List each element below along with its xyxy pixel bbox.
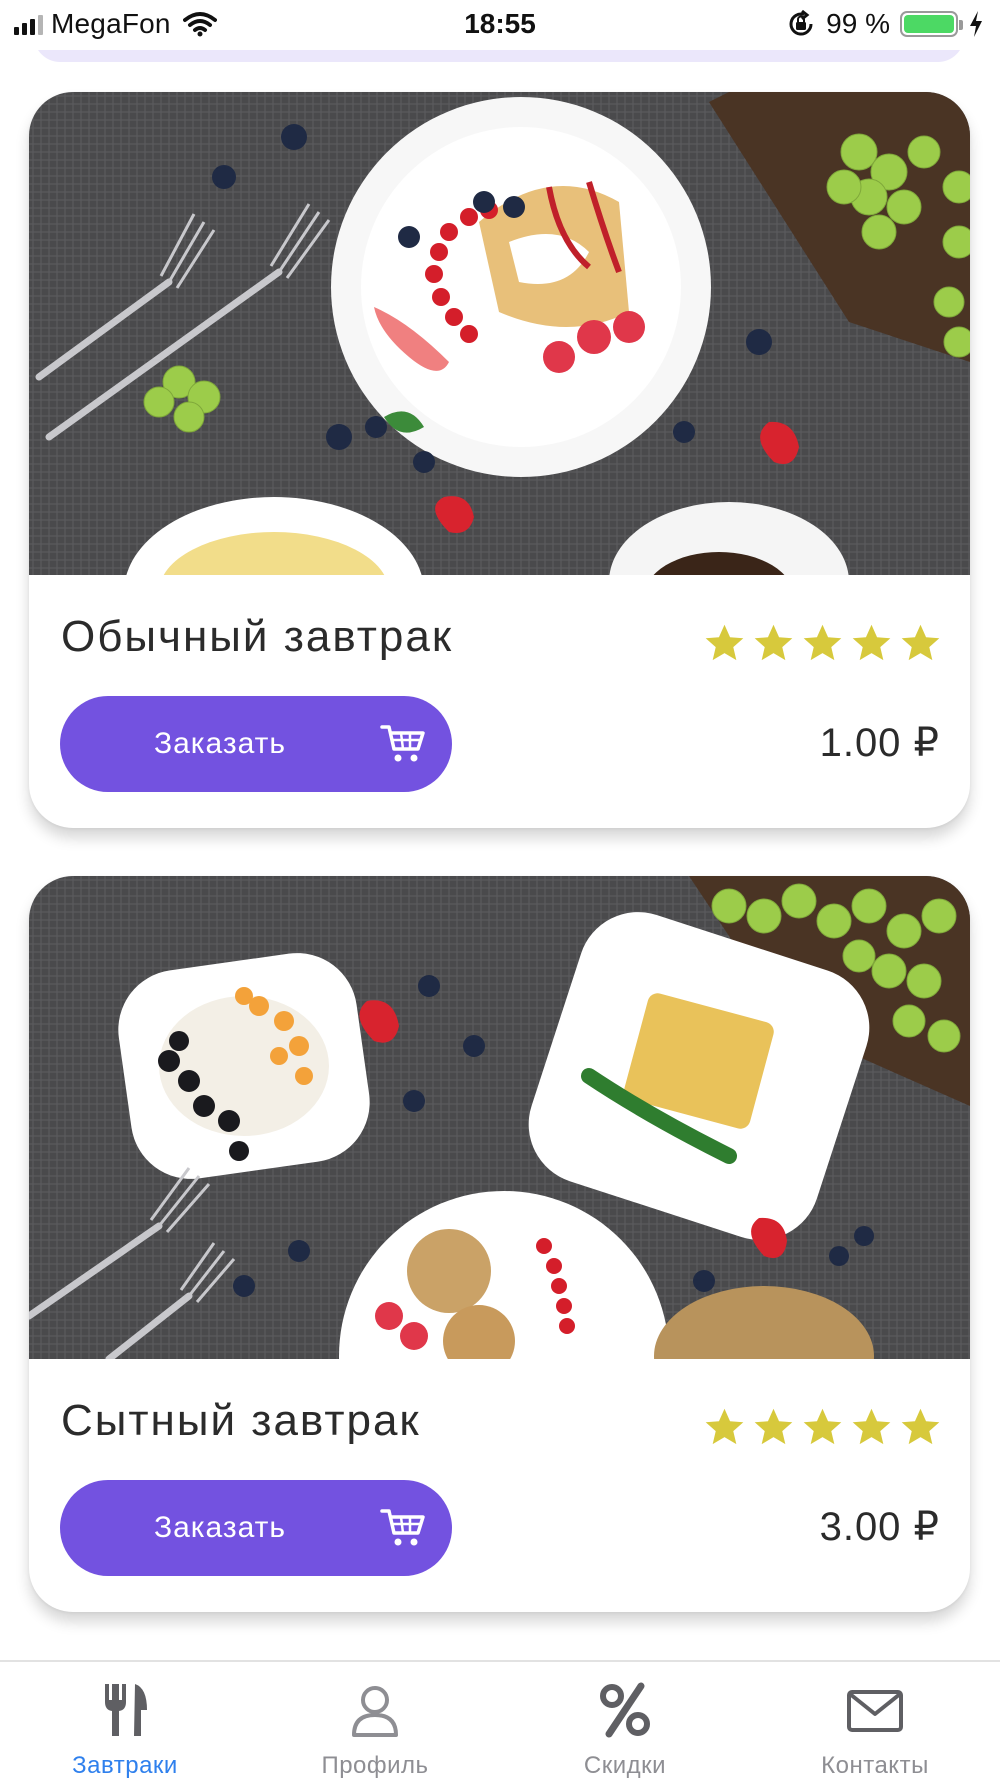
star-icon: [754, 624, 793, 661]
star-icon: [705, 1408, 744, 1445]
star-icon: [852, 624, 891, 661]
percent-icon: [600, 1682, 650, 1738]
cart-icon: [380, 1509, 425, 1546]
star-icon: [705, 624, 744, 661]
battery-percent: 99 %: [826, 8, 890, 39]
tab-label: Контакты: [821, 1752, 929, 1778]
order-button[interactable]: Заказать: [60, 696, 452, 792]
price: 3.00 ₽: [819, 1505, 940, 1549]
tab-bar: Завтраки Профиль Скидки Контакты: [0, 1660, 1000, 1778]
mail-icon: [847, 1690, 903, 1732]
battery-fill: [904, 15, 954, 33]
star-icon: [754, 1408, 793, 1445]
breakfast-photo: [29, 876, 970, 1359]
order-button-label: Заказать: [153, 727, 287, 760]
tab-breakfasts[interactable]: Завтраки: [0, 1662, 250, 1778]
tab-contacts[interactable]: Контакты: [750, 1662, 1000, 1778]
battery-icon: [900, 11, 963, 37]
rotation-lock-icon: [789, 9, 813, 36]
breakfast-card[interactable]: Сытный завтрак Заказать 3.00 ₽: [29, 876, 970, 1612]
breakfast-title: Сытный завтрак: [61, 1396, 421, 1445]
star-icon: [852, 1408, 891, 1445]
breakfast-title: Обычный завтрак: [61, 612, 454, 661]
tab-discounts[interactable]: Скидки: [500, 1662, 750, 1778]
star-icon: [803, 624, 842, 661]
cart-icon: [380, 725, 425, 762]
star-icon: [901, 1408, 940, 1445]
status-right: 99 %: [786, 8, 984, 40]
tab-label: Завтраки: [72, 1752, 178, 1778]
star-rating: [703, 1406, 942, 1449]
charging-icon: [970, 11, 982, 37]
tab-label: Профиль: [321, 1752, 429, 1778]
breakfast-photo: [29, 92, 970, 575]
tab-label: Скидки: [583, 1752, 667, 1778]
order-button-label: Заказать: [153, 1511, 287, 1544]
star-rating: [703, 622, 942, 665]
fork-knife-icon: [105, 1684, 147, 1736]
price: 1.00 ₽: [819, 721, 940, 765]
status-bar: MegaFon 18:55 99 %: [0, 0, 1000, 50]
breakfast-card[interactable]: Обычный завтрак Заказать 1.00 ₽: [29, 92, 970, 828]
user-icon: [352, 1686, 398, 1737]
tab-profile[interactable]: Профиль: [250, 1662, 500, 1778]
star-icon: [803, 1408, 842, 1445]
order-button[interactable]: Заказать: [60, 1480, 452, 1576]
star-icon: [901, 624, 940, 661]
